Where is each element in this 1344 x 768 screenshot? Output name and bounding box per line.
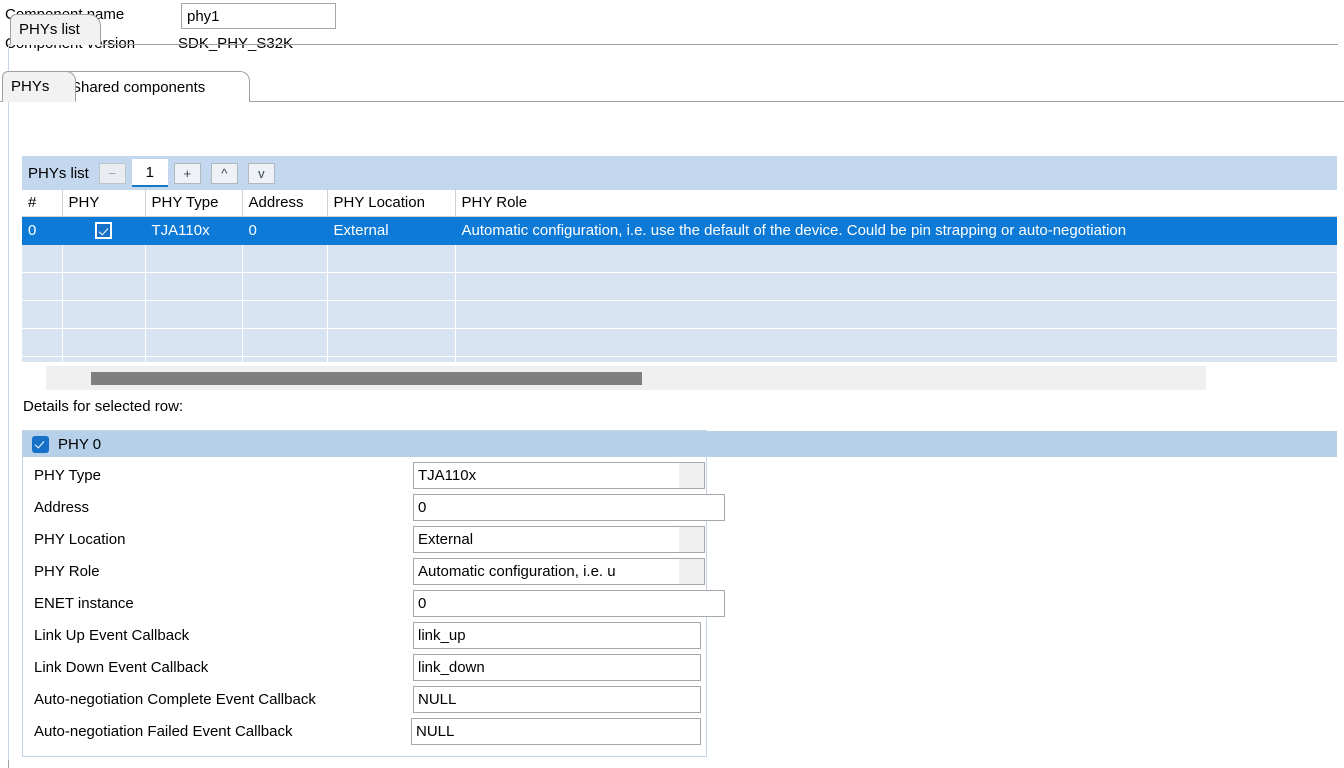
table-body: 0 TJA110x 0 External Automatic configura… bbox=[22, 216, 1337, 362]
field-autoneg-failed-callback: Auto-negotiation Failed Event Callback bbox=[22, 718, 722, 750]
field-address-label: Address bbox=[34, 499, 90, 516]
field-autoneg-complete-callback-label: Auto-negotiation Complete Event Callback bbox=[34, 691, 316, 708]
field-phy-type-dropdown-icon[interactable] bbox=[679, 463, 704, 488]
table-row-empty[interactable] bbox=[22, 356, 1337, 362]
phys-list-toolbar-title: PHYs list bbox=[28, 164, 89, 182]
field-phy-location-input[interactable] bbox=[413, 526, 705, 553]
column-header-phy[interactable]: PHY bbox=[62, 190, 146, 217]
details-form: PHY Type Address PHY Location PHY Role E… bbox=[22, 462, 725, 750]
tab-phys[interactable]: PHYs bbox=[2, 71, 76, 102]
table-row-empty[interactable] bbox=[22, 244, 1337, 273]
field-link-up-callback-input[interactable] bbox=[413, 622, 701, 649]
field-link-down-callback: Link Down Event Callback bbox=[22, 654, 722, 686]
tab-phys-list-label: PHYs list bbox=[19, 21, 80, 38]
phys-table-container: # PHY PHY Type Address PHY Location PHY … bbox=[22, 190, 1337, 362]
column-header-address[interactable]: Address bbox=[242, 190, 328, 217]
column-header-index[interactable]: # bbox=[22, 190, 63, 217]
field-link-up-callback-label: Link Up Event Callback bbox=[34, 627, 190, 644]
phy-component-editor: Component name Component version SDK_PHY… bbox=[0, 0, 1344, 768]
field-link-down-callback-input[interactable] bbox=[413, 654, 701, 681]
field-phy-location: PHY Location bbox=[22, 526, 722, 558]
tab-shared-components-label: Shared components bbox=[71, 78, 206, 96]
checkbox-icon[interactable] bbox=[95, 221, 112, 239]
details-group-title: PHY 0 bbox=[58, 435, 102, 453]
field-phy-role-input[interactable] bbox=[413, 558, 705, 585]
field-autoneg-failed-callback-input[interactable] bbox=[411, 718, 701, 745]
cell-address: 0 bbox=[242, 216, 328, 245]
field-address: Address bbox=[22, 494, 725, 526]
field-phy-role-label: PHY Role bbox=[34, 563, 100, 580]
table-header-row: # PHY PHY Type Address PHY Location PHY … bbox=[22, 190, 1337, 217]
field-autoneg-failed-callback-label: Auto-negotiation Failed Event Callback bbox=[34, 723, 293, 740]
add-row-button[interactable]: + bbox=[173, 162, 201, 184]
row-count-input[interactable] bbox=[131, 159, 168, 187]
details-caption: Details for selected row: bbox=[23, 398, 184, 415]
tab-phys-list[interactable]: PHYs list bbox=[10, 14, 101, 45]
field-enet-instance: ENET instance bbox=[22, 590, 725, 622]
field-enet-instance-input[interactable] bbox=[413, 590, 725, 617]
tab-phys-label: PHYs bbox=[11, 78, 50, 95]
column-header-phy-role[interactable]: PHY Role bbox=[455, 190, 1337, 217]
cell-phy-role: Automatic configuration, i.e. use the de… bbox=[455, 216, 1337, 245]
field-phy-location-label: PHY Location bbox=[34, 531, 126, 548]
field-link-up-callback: Link Up Event Callback bbox=[22, 622, 722, 654]
field-phy-location-dropdown-icon[interactable] bbox=[679, 527, 704, 552]
tab-shared-components[interactable]: Shared components bbox=[62, 71, 250, 102]
field-link-down-callback-label: Link Down Event Callback bbox=[34, 659, 209, 676]
field-address-input[interactable] bbox=[413, 494, 725, 521]
field-autoneg-complete-callback: Auto-negotiation Complete Event Callback bbox=[22, 686, 722, 718]
field-phy-type-input[interactable] bbox=[413, 462, 705, 489]
field-phy-role-dropdown-icon[interactable] bbox=[679, 559, 704, 584]
column-header-phy-location[interactable]: PHY Location bbox=[327, 190, 456, 217]
group-checkbox-icon[interactable] bbox=[32, 435, 49, 453]
move-row-down-button[interactable]: v bbox=[247, 162, 275, 184]
phys-table: # PHY PHY Type Address PHY Location PHY … bbox=[22, 190, 1337, 362]
field-autoneg-complete-callback-input[interactable] bbox=[413, 686, 701, 713]
table-horizontal-scrollbar[interactable] bbox=[46, 366, 1206, 390]
cell-phy-location: External bbox=[327, 216, 456, 245]
inner-tabstrip: PHYs list bbox=[8, 13, 1338, 45]
scrollbar-thumb[interactable] bbox=[91, 372, 642, 385]
column-header-phy-type[interactable]: PHY Type bbox=[145, 190, 243, 217]
table-row-empty[interactable] bbox=[22, 272, 1337, 301]
table-row-empty[interactable] bbox=[22, 300, 1337, 329]
field-phy-type: PHY Type bbox=[22, 462, 722, 494]
move-row-up-button[interactable]: ^ bbox=[210, 162, 238, 184]
details-group-header: PHY 0 bbox=[22, 431, 1337, 457]
cell-phy-type: TJA110x bbox=[145, 216, 243, 245]
field-enet-instance-label: ENET instance bbox=[34, 595, 134, 612]
phys-list-toolbar: PHYs list − + ^ v bbox=[22, 156, 1337, 190]
field-phy-role: PHY Role bbox=[22, 558, 722, 590]
cell-phy-checkbox[interactable] bbox=[62, 216, 146, 245]
field-phy-type-label: PHY Type bbox=[34, 467, 101, 484]
remove-row-button[interactable]: − bbox=[98, 162, 126, 184]
cell-index: 0 bbox=[22, 216, 63, 245]
table-row[interactable]: 0 TJA110x 0 External Automatic configura… bbox=[22, 216, 1337, 245]
table-row-empty[interactable] bbox=[22, 328, 1337, 357]
